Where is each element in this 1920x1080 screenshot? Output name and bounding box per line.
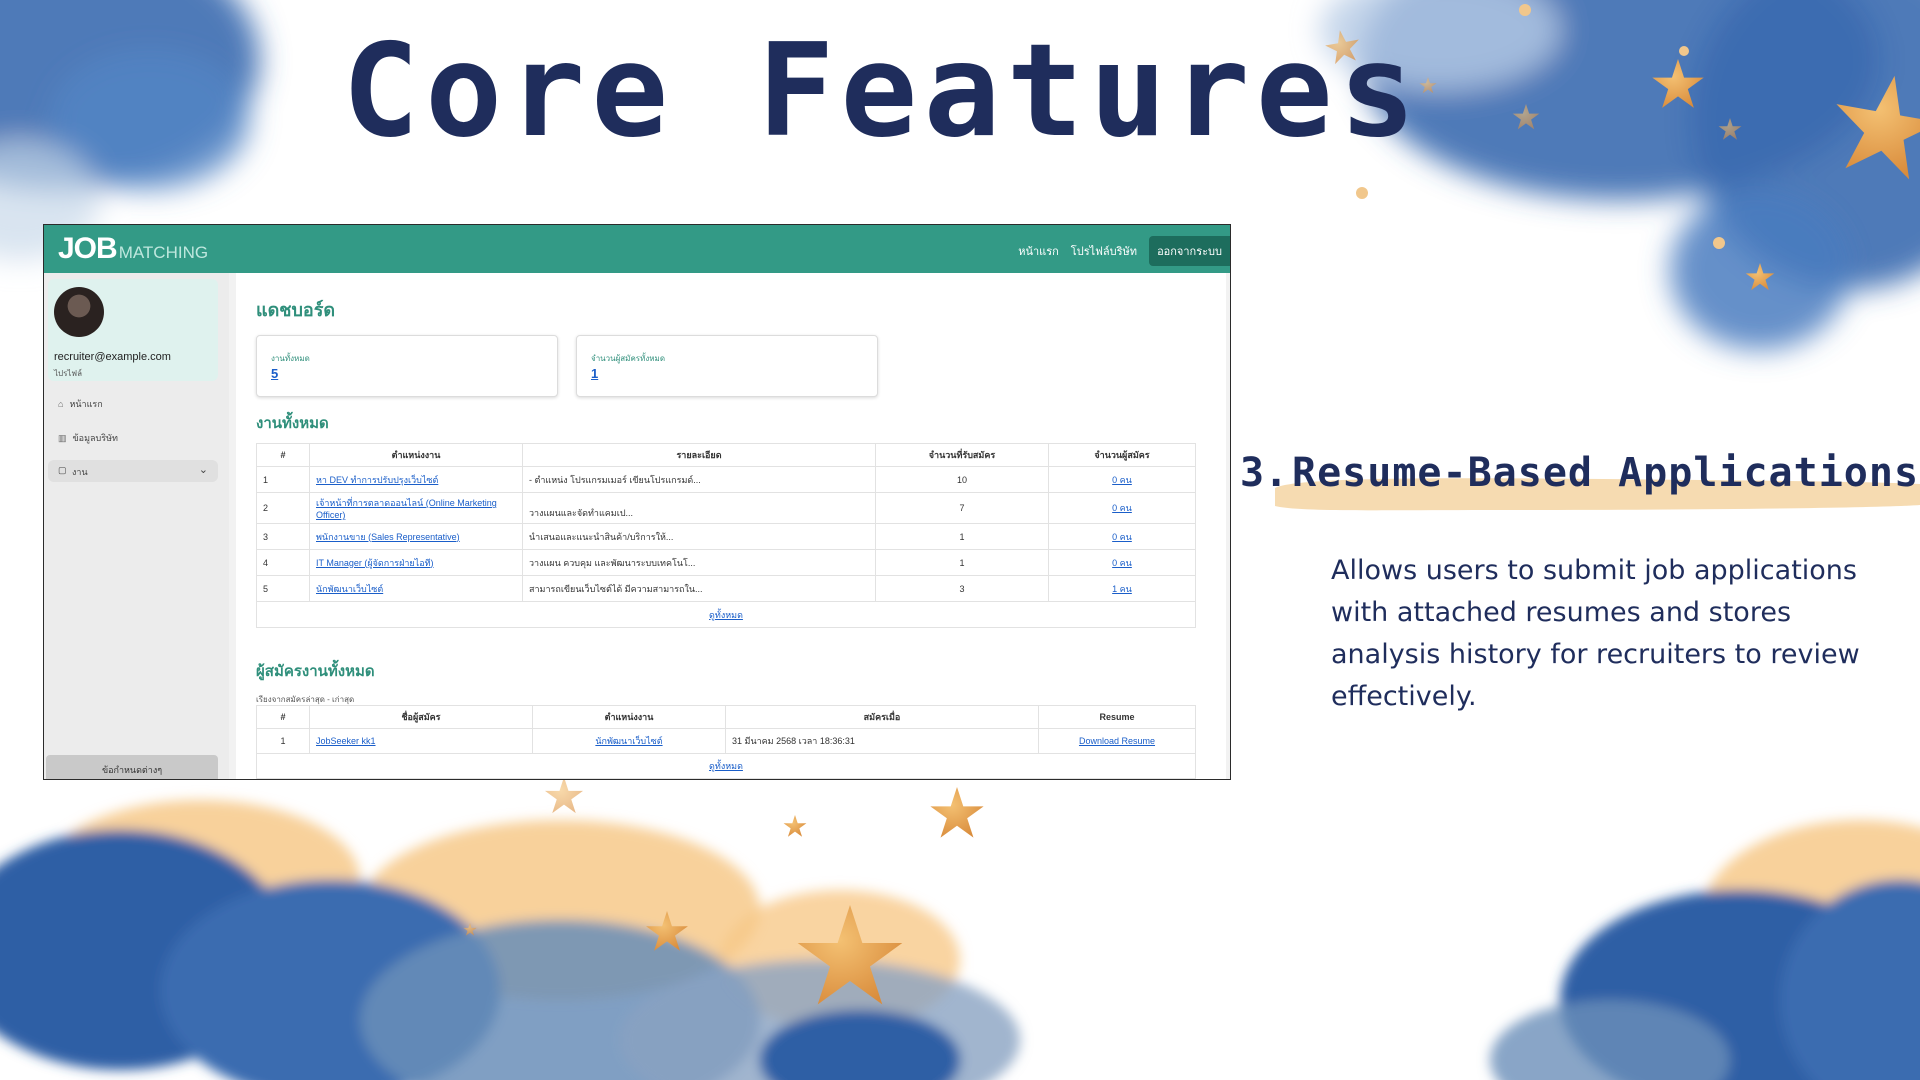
sidebar-item-label: หน้าแรก	[69, 399, 103, 409]
logo-sub: MATCHING	[118, 243, 209, 262]
sidebar: recruiter@example.com ไปรไฟล์ ⌂ หน้าแรก …	[44, 273, 229, 779]
view-all-row: ดูทั้งหมด	[256, 753, 1196, 779]
cell-detail: สามารถเขียนเว็บไซต์ได้ มีความสามารถใน...	[522, 575, 876, 602]
app-logo[interactable]: JOB MATCHING	[58, 232, 208, 266]
dashboard-title: แดชบอร์ด	[256, 300, 336, 320]
briefcase-icon: ▢	[58, 465, 67, 475]
applicant-job-link[interactable]: นักพัฒนาเว็บไซต์	[532, 728, 726, 754]
slide-title: Core Features	[342, 17, 1422, 166]
chart-icon: ▥	[58, 432, 67, 443]
stat-label: จำนวนผู้สมัครทั้งหมด	[591, 354, 666, 363]
home-icon: ⌂	[58, 399, 64, 409]
stat-label: งานทั้งหมด	[271, 354, 310, 363]
table-header-row: # ชื่อผู้สมัคร ตำแหน่งงาน สมัครเมื่อ Res…	[256, 705, 1196, 729]
sidebar-footer-button[interactable]: ข้อกำหนดต่างๆ	[46, 755, 218, 779]
table-row: 1 JobSeeker kk1 นักพัฒนาเว็บไซต์ 31 มีนา…	[256, 728, 1196, 754]
applicant-count-link[interactable]: 0 คน	[1048, 549, 1196, 576]
column-header: จำนวนที่รับสมัคร	[875, 443, 1049, 467]
sidebar-jobs-dropdown[interactable]: ▢ งาน ⌄	[48, 460, 218, 482]
job-title-link[interactable]: พนักงานขาย (Sales Representative)	[309, 523, 523, 550]
cell-index: 3	[256, 523, 310, 550]
chevron-down-icon: ⌄	[198, 464, 208, 476]
cell-applied-at: 31 มีนาคม 2568 เวลา 18:36:31	[725, 728, 1039, 754]
job-title-link[interactable]: หา DEV ทำการปรับปรุงเว็บไซต์	[309, 466, 523, 493]
applicant-count-link[interactable]: 0 คน	[1048, 466, 1196, 493]
logout-button[interactable]: ออกจากระบบ	[1149, 236, 1230, 266]
cell-index: 1	[256, 728, 310, 754]
cell-openings: 1	[875, 523, 1049, 550]
nav-home-link[interactable]: หน้าแรก	[1018, 242, 1059, 260]
cell-detail: วางแผนและจัดทำแคมเป...	[522, 492, 876, 524]
user-role: ไปรไฟล์	[54, 369, 82, 378]
top-navbar: JOB MATCHING หน้าแรก โปรไฟล์บริษัท ออกจาก…	[44, 225, 1230, 273]
job-title-link[interactable]: นักพัฒนาเว็บไซต์	[309, 575, 523, 602]
feature-description: Allows users to submit job applications …	[1331, 555, 1860, 712]
cell-detail: นำเสนอและแนะนำสินค้า/บริการให้...	[522, 523, 876, 550]
stat-card-jobs: งานทั้งหมด 5	[256, 335, 558, 397]
cell-index: 5	[256, 575, 310, 602]
view-all-row: ดูทั้งหมด	[256, 601, 1196, 628]
table-row: 2 เจ้าหน้าที่การตลาดออนไลน์ (Online Mark…	[256, 492, 1196, 524]
column-header: #	[256, 705, 310, 729]
cell-detail: วางแผน ควบคุม และพัฒนาระบบเทคโนโ...	[522, 549, 876, 576]
stat-value[interactable]: 1	[591, 366, 598, 381]
cell-openings: 3	[875, 575, 1049, 602]
nav-links: หน้าแรก โปรไฟล์บริษัท ออกจากระบบ	[1018, 236, 1230, 266]
column-header: #	[256, 443, 310, 467]
table-row: 1 หา DEV ทำการปรับปรุงเว็บไซต์ - ตำแหน่ง…	[256, 466, 1196, 493]
user-email: recruiter@example.com	[54, 351, 171, 363]
stat-value[interactable]: 5	[271, 366, 278, 381]
jobs-table: # ตำแหน่งงาน รายละเอียด จำนวนที่รับสมัคร…	[256, 443, 1196, 628]
applicants-table: # ชื่อผู้สมัคร ตำแหน่งงาน สมัครเมื่อ Res…	[256, 705, 1196, 779]
table-row: 3 พนักงานขาย (Sales Representative) นำเส…	[256, 523, 1196, 550]
feature-title: Resume-Based Applications	[1292, 450, 1920, 496]
cell-openings: 1	[875, 549, 1049, 576]
cell-detail: - ตำแหน่ง โปรแกรมเมอร์ เขียนโปรแกรมด์...	[522, 466, 876, 493]
cell-openings: 7	[875, 492, 1049, 524]
job-title-link[interactable]: IT Manager (ผู้จัดการฝ่ายไอที)	[309, 549, 523, 576]
jobs-section-title: งานทั้งหมด	[256, 415, 329, 432]
dropdown-label: งาน	[72, 467, 88, 477]
job-title-link[interactable]: เจ้าหน้าที่การตลาดออนไลน์ (Online Market…	[309, 492, 523, 524]
column-header: รายละเอียด	[522, 443, 876, 467]
cell-index: 1	[256, 466, 310, 493]
column-header: ชื่อผู้สมัคร	[309, 705, 533, 729]
cell-index: 2	[256, 492, 310, 524]
cloud-bottom-left	[0, 800, 1020, 1080]
cloud-bottom-right	[1490, 820, 1920, 1080]
applicant-count-link[interactable]: 1 คน	[1048, 575, 1196, 602]
applicant-count-link[interactable]: 0 คน	[1048, 523, 1196, 550]
avatar	[54, 287, 104, 337]
view-all-jobs-link[interactable]: ดูทั้งหมด	[709, 610, 743, 620]
applicant-count-link[interactable]: 0 คน	[1048, 492, 1196, 524]
stat-card-applicants: จำนวนผู้สมัครทั้งหมด 1	[576, 335, 878, 397]
sidebar-item-company[interactable]: ▥ ข้อมูลบริษัท	[58, 431, 118, 445]
table-row: 4 IT Manager (ผู้จัดการฝ่ายไอที) วางแผน …	[256, 549, 1196, 576]
app-screenshot: JOB MATCHING หน้าแรก โปรไฟล์บริษัท ออกจาก…	[43, 224, 1231, 780]
download-resume-link[interactable]: Download Resume	[1038, 728, 1196, 754]
dashboard-main: แดชบอร์ด งานทั้งหมด 5 จำนวนผู้สมัครทั้งห…	[236, 273, 1226, 779]
cell-index: 4	[256, 549, 310, 576]
view-all-applicants-link[interactable]: ดูทั้งหมด	[709, 761, 743, 771]
logo-main: JOB	[58, 232, 118, 265]
table-row: 5 นักพัฒนาเว็บไซต์ สามารถเขียนเว็บไซต์ได…	[256, 575, 1196, 602]
column-header: ตำแหน่งงาน	[309, 443, 523, 467]
cell-openings: 10	[875, 466, 1049, 493]
nav-profile-link[interactable]: โปรไฟล์บริษัท	[1071, 242, 1137, 260]
column-header: Resume	[1038, 705, 1196, 729]
column-header: ตำแหน่งงาน	[532, 705, 726, 729]
table-header-row: # ตำแหน่งงาน รายละเอียด จำนวนที่รับสมัคร…	[256, 443, 1196, 467]
profile-card: recruiter@example.com ไปรไฟล์	[48, 279, 218, 381]
applicant-name-link[interactable]: JobSeeker kk1	[309, 728, 533, 754]
feature-number: 3.	[1240, 450, 1289, 496]
sidebar-item-home[interactable]: ⌂ หน้าแรก	[58, 397, 103, 411]
sidebar-item-label: ข้อมูลบริษัท	[72, 433, 118, 443]
column-header: สมัครเมื่อ	[725, 705, 1039, 729]
cloud-top-left	[0, 0, 260, 260]
applicants-section-title: ผู้สมัครงานทั้งหมด	[256, 663, 375, 680]
column-header: จำนวนผู้สมัคร	[1048, 443, 1196, 467]
